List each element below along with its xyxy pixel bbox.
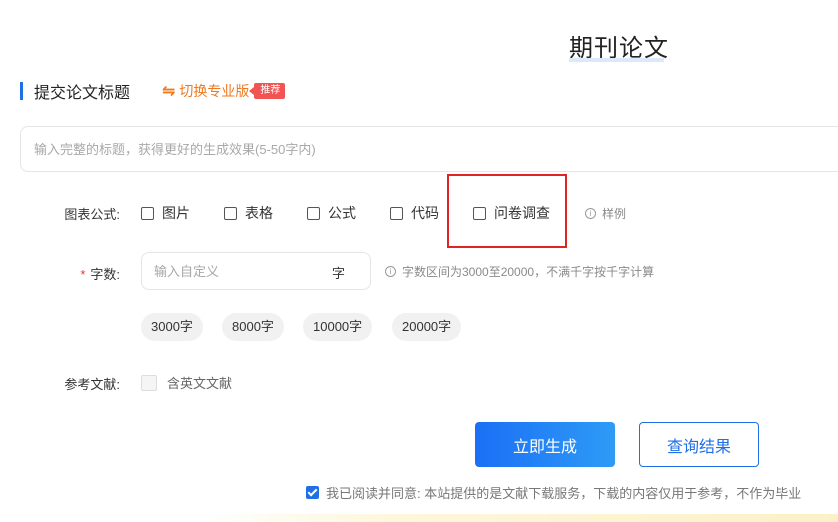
charts-label: 图表公式:	[64, 207, 120, 222]
info-icon: i	[585, 208, 596, 219]
title-underline	[569, 58, 664, 62]
required-star: *	[80, 267, 86, 282]
option-label: 公式	[328, 205, 356, 221]
option-formula[interactable]: 公式	[307, 203, 356, 223]
option-image[interactable]: 图片	[141, 203, 190, 223]
checkbox[interactable]	[224, 206, 237, 220]
preset-chip-10000[interactable]: 10000字	[303, 313, 373, 341]
info-icon: i	[385, 266, 396, 277]
references-label: 参考文献:	[64, 377, 120, 392]
agreement-checkbox[interactable]	[306, 486, 319, 499]
sample-link[interactable]: i 样例	[585, 205, 626, 222]
option-code[interactable]: 代码	[390, 203, 439, 223]
section-header: 提交论文标题	[20, 80, 130, 102]
preset-chip-8000[interactable]: 8000字	[222, 313, 284, 341]
english-references-label: 含英文文献	[167, 376, 233, 391]
wordcount-field: 字	[141, 252, 371, 290]
title-input[interactable]	[20, 126, 838, 172]
wordcount-hint-text: 字数区间为3000至20000，不满千字按千字计算	[402, 265, 655, 279]
switch-pro-label: 切换专业版	[179, 83, 250, 99]
agreement[interactable]: 我已阅读并同意: 本站提供的是文献下载服务，下载的内容仅用于参考，不作为毕业	[306, 483, 801, 502]
english-references-option[interactable]: 含英文文献	[141, 373, 232, 392]
option-table[interactable]: 表格	[224, 203, 273, 223]
query-results-button[interactable]: 查询结果	[639, 422, 759, 467]
option-label: 表格	[245, 205, 273, 221]
footer-strip	[200, 514, 838, 522]
preset-chip-3000[interactable]: 3000字	[141, 313, 203, 341]
wordcount-label-text: 字数:	[90, 267, 120, 282]
agreement-text: 我已阅读并同意: 本站提供的是文献下载服务，下载的内容仅用于参考，不作为毕业	[326, 486, 802, 501]
wordcount-label: * 字数:	[50, 264, 120, 283]
highlight-box	[447, 174, 567, 248]
section-accent-bar	[20, 82, 23, 100]
wordcount-hint: i 字数区间为3000至20000，不满千字按千字计算	[385, 263, 654, 280]
option-label: 图片	[162, 205, 190, 221]
option-label: 代码	[411, 205, 439, 221]
switch-arrows-icon: ⇋	[162, 83, 176, 100]
checkbox-disabled[interactable]	[141, 374, 157, 391]
recommend-badge: 推荐	[249, 83, 286, 99]
generate-button[interactable]: 立即生成	[475, 422, 615, 467]
section-title: 提交论文标题	[34, 85, 131, 102]
wordcount-input[interactable]	[154, 253, 314, 289]
checkbox[interactable]	[307, 206, 320, 220]
sample-label: 样例	[602, 207, 627, 221]
switch-pro-link[interactable]: ⇋ 切换专业版 推荐	[162, 80, 286, 102]
checkbox[interactable]	[390, 206, 403, 220]
preset-chip-20000[interactable]: 20000字	[392, 313, 462, 341]
checkbox[interactable]	[141, 206, 154, 220]
wordcount-unit: 字	[332, 266, 346, 281]
